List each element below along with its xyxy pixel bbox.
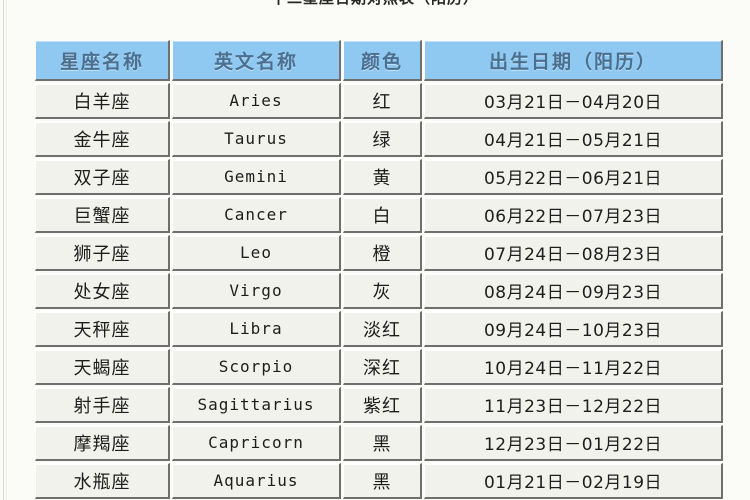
page-root: 十二星座日期对照表（阳历） 星座名称 英文名称 颜色 出生日期（阳历） 白羊座A…: [0, 0, 750, 500]
cell-color: 红: [343, 83, 422, 119]
cell-birthday: 08月24日－09月23日: [424, 273, 723, 309]
cell-sign-en: Gemini: [172, 159, 341, 195]
column-header-birthday: 出生日期（阳历）: [424, 40, 723, 81]
cell-color: 白: [343, 197, 422, 233]
table-row: 水瓶座 Aquarius 黑 01月21日－02月19日: [35, 463, 723, 499]
table-row: 双子座 Gemini 黄 05月22日－06月21日: [35, 159, 723, 195]
cell-sign-cn: 巨蟹座: [35, 197, 170, 233]
table-row: 天秤座 Libra 淡红 09月24日－10月23日: [35, 311, 723, 347]
cell-sign-en: Sagittarius: [172, 387, 341, 423]
column-header-color: 颜色: [343, 40, 422, 81]
cell-sign-cn: 狮子座: [35, 235, 170, 271]
left-edge-rule-secondary: [6, 0, 7, 500]
cell-color: 灰: [343, 273, 422, 309]
cell-sign-cn: 水瓶座: [35, 463, 170, 499]
cell-birthday: 10月24日－11月22日: [424, 349, 723, 385]
cell-birthday: 04月21日－05月21日: [424, 121, 723, 157]
cell-birthday: 05月22日－06月21日: [424, 159, 723, 195]
cell-sign-en: Virgo: [172, 273, 341, 309]
cell-color: 黄: [343, 159, 422, 195]
cell-sign-cn: 天秤座: [35, 311, 170, 347]
cell-birthday: 12月23日－01月22日: [424, 425, 723, 461]
table-row: 白羊座 Aries 红 03月21日－04月20日: [35, 83, 723, 119]
cell-color: 淡红: [343, 311, 422, 347]
cell-sign-en: Aries: [172, 83, 341, 119]
cell-sign-cn: 天蝎座: [35, 349, 170, 385]
cell-color: 深红: [343, 349, 422, 385]
cell-sign-cn: 白羊座: [35, 83, 170, 119]
cell-color: 绿: [343, 121, 422, 157]
cell-sign-cn: 摩羯座: [35, 425, 170, 461]
cell-sign-en: Scorpio: [172, 349, 341, 385]
column-header-sign-en: 英文名称: [172, 40, 341, 81]
table-row: 摩羯座 Capricorn 黑 12月23日－01月22日: [35, 425, 723, 461]
cell-color: 紫红: [343, 387, 422, 423]
cell-birthday: 07月24日－08月23日: [424, 235, 723, 271]
cell-sign-cn: 处女座: [35, 273, 170, 309]
cell-sign-en: Cancer: [172, 197, 341, 233]
zodiac-table-container: 星座名称 英文名称 颜色 出生日期（阳历） 白羊座 Aries 红 03月21日－04…: [33, 38, 723, 500]
table-row: 天蝎座 Scorpio 深红 10月24日－11月22日: [35, 349, 723, 385]
cell-sign-cn: 金牛座: [35, 121, 170, 157]
cell-birthday: 03月21日－04月20日: [424, 83, 723, 119]
cell-sign-en: Capricorn: [172, 425, 341, 461]
table-header-row: 星座名称 英文名称 颜色 出生日期（阳历）: [35, 40, 723, 81]
cell-sign-en: Leo: [172, 235, 341, 271]
cell-sign-en: Aquarius: [172, 463, 341, 499]
zodiac-date-table: 星座名称 英文名称 颜色 出生日期（阳历） 白羊座 Aries 红 03月21日－04…: [33, 38, 725, 500]
cell-sign-cn: 双子座: [35, 159, 170, 195]
cell-birthday: 09月24日－10月23日: [424, 311, 723, 347]
table-row: 金牛座 Taurus 绿 04月21日－05月21日: [35, 121, 723, 157]
left-edge-rule: [3, 0, 4, 500]
cell-sign-en: Libra: [172, 311, 341, 347]
column-header-sign-cn: 星座名称: [35, 40, 170, 81]
page-title: 十二星座日期对照表（阳历）: [0, 0, 750, 8]
cell-sign-en: Taurus: [172, 121, 341, 157]
cell-birthday: 06月22日－07月23日: [424, 197, 723, 233]
cell-sign-cn: 射手座: [35, 387, 170, 423]
cell-birthday: 11月23日－12月22日: [424, 387, 723, 423]
cell-color: 黑: [343, 425, 422, 461]
table-body: 白羊座 Aries 红 03月21日－04月20日 金牛座 Taurus 绿 04月21日－0…: [35, 83, 723, 500]
cell-birthday: 01月21日－02月19日: [424, 463, 723, 499]
table-row: 巨蟹座 Cancer 白 06月22日－07月23日: [35, 197, 723, 233]
cell-color: 黑: [343, 463, 422, 499]
table-row: 射手座 Sagittarius 紫红 11月23日－12月22日: [35, 387, 723, 423]
table-header: 星座名称 英文名称 颜色 出生日期（阳历）: [35, 40, 723, 81]
cell-color: 橙: [343, 235, 422, 271]
table-row: 处女座 Virgo 灰 08月24日－09月23日: [35, 273, 723, 309]
table-row: 狮子座 Leo 橙 07月24日－08月23日: [35, 235, 723, 271]
